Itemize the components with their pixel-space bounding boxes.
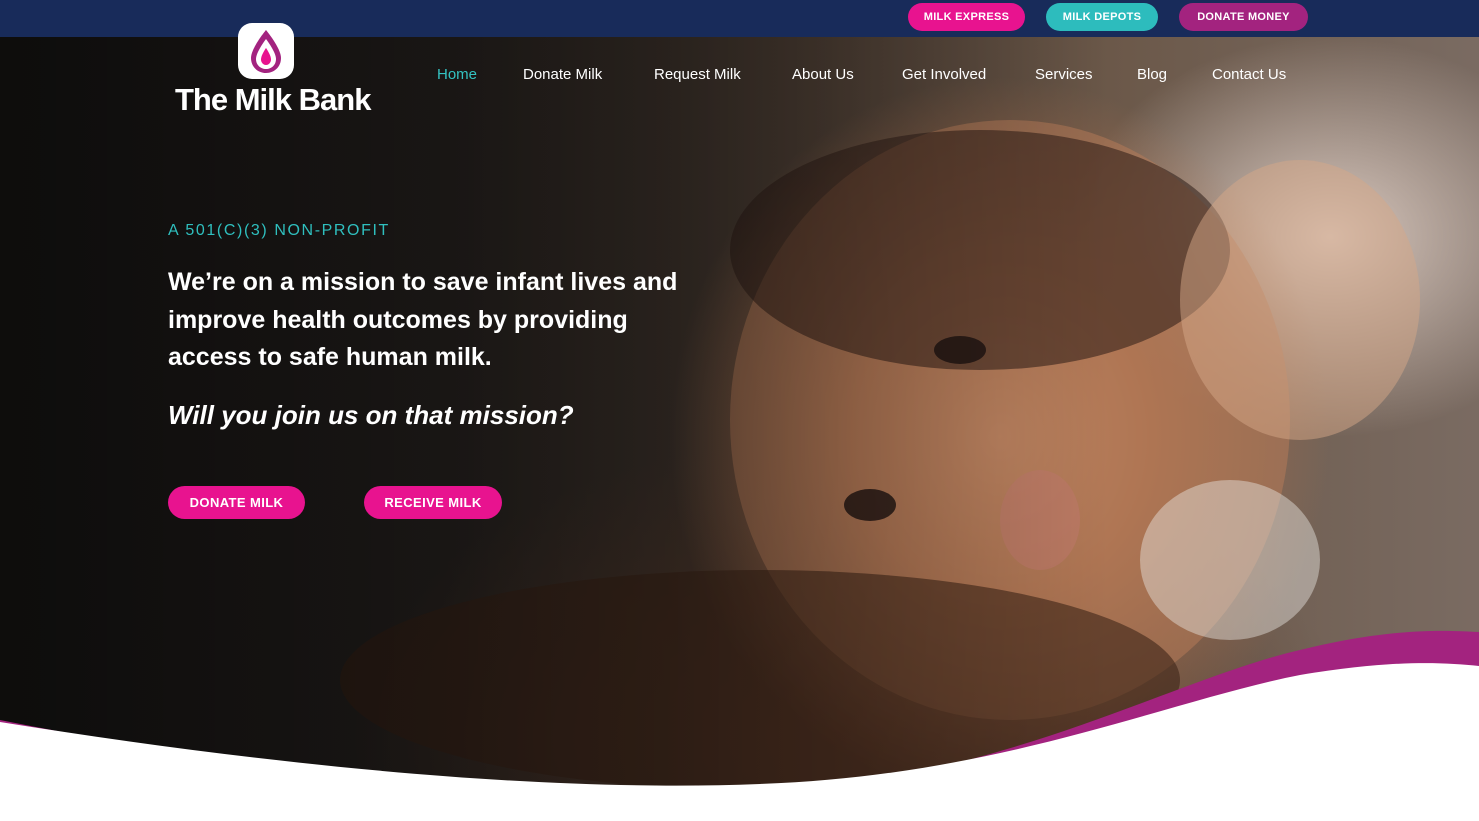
donate-money-button[interactable]: DONATE MONEY (1179, 3, 1308, 31)
hero-headline-line: improve health outcomes by providing (168, 305, 628, 334)
hero-eyebrow: A 501(C)(3) NON-PROFIT (168, 222, 390, 239)
hero-headline-line: We’re on a mission to save infant lives … (168, 268, 678, 296)
site-logo[interactable]: The Milk Bank (175, 20, 371, 120)
nav-item-contact-us[interactable]: Contact Us (1212, 66, 1286, 83)
nav-item-home[interactable]: Home (437, 66, 477, 83)
nav-item-about-us[interactable]: About Us (792, 66, 854, 83)
milk-drop-logo-icon (238, 23, 294, 79)
hero-headline: We’re on a mission to save infant lives … (168, 264, 728, 377)
donate-milk-button[interactable]: DONATE MILK (168, 486, 305, 519)
milk-express-button[interactable]: MILK EXPRESS (908, 3, 1025, 31)
nav-item-blog[interactable]: Blog (1137, 66, 1167, 83)
page: MILK EXPRESS MILK DEPOTS DONATE MONEY Th… (0, 0, 1479, 821)
nav-item-get-involved[interactable]: Get Involved (902, 66, 986, 83)
hero-subline: Will you join us on that mission? (168, 400, 574, 430)
nav-item-services[interactable]: Services (1035, 66, 1093, 83)
receive-milk-button[interactable]: RECEIVE MILK (364, 486, 502, 519)
hero-headline-line: access to safe human milk. (168, 343, 492, 371)
nav-item-request-milk[interactable]: Request Milk (654, 66, 741, 83)
logo-wordmark: The Milk Bank (175, 82, 371, 117)
milk-depots-button[interactable]: MILK DEPOTS (1046, 3, 1158, 31)
nav-item-donate-milk[interactable]: Donate Milk (523, 66, 602, 83)
